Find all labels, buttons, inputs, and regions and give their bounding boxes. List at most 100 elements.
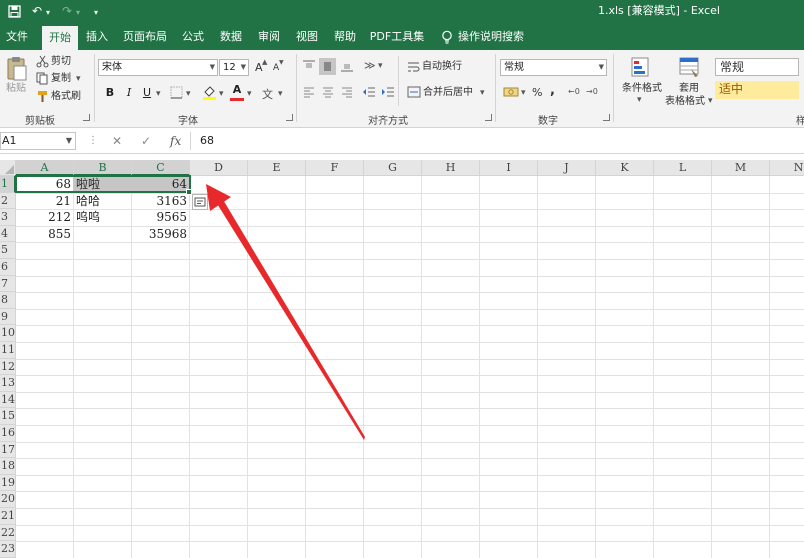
cell-c2[interactable]: 3163 xyxy=(132,193,189,210)
decrease-indent-icon[interactable] xyxy=(362,85,376,99)
tab-formulas[interactable]: 公式 xyxy=(178,24,208,50)
tab-view[interactable]: 视图 xyxy=(292,24,322,50)
undo-icon[interactable]: ↶ xyxy=(32,4,42,18)
row-header-20[interactable]: 20 xyxy=(0,491,16,508)
wrap-text-icon[interactable] xyxy=(407,60,420,73)
comma-style-button[interactable]: , xyxy=(550,84,555,97)
quick-analysis-button[interactable] xyxy=(192,194,208,210)
row-header-19[interactable]: 19 xyxy=(0,474,16,492)
tab-review[interactable]: 审阅 xyxy=(254,24,284,50)
column-header-j[interactable]: J xyxy=(538,160,596,176)
percent-button[interactable]: % xyxy=(532,86,542,99)
tab-page-layout[interactable]: 页面布局 xyxy=(120,24,170,50)
column-header-l[interactable]: L xyxy=(654,160,712,176)
tab-file[interactable]: 文件 xyxy=(2,24,32,50)
underline-button[interactable]: U xyxy=(140,86,154,100)
tell-me-search[interactable]: 操作说明搜索 xyxy=(458,24,528,50)
row-header-23[interactable]: 23 xyxy=(0,541,16,558)
column-header-f[interactable]: F xyxy=(306,160,364,176)
orientation-icon[interactable]: ≫ xyxy=(364,59,376,72)
cell-a3[interactable]: 212 xyxy=(16,209,73,226)
row-header-12[interactable]: 12 xyxy=(0,358,16,376)
copy-dropdown-icon[interactable]: ▾ xyxy=(76,74,81,84)
fill-color-icon[interactable] xyxy=(202,84,217,100)
fill-color-dropdown-icon[interactable]: ▾ xyxy=(219,89,224,99)
tab-home[interactable]: 开始 xyxy=(42,26,78,50)
row-header-22[interactable]: 22 xyxy=(0,524,16,542)
row-header-1[interactable]: 1 xyxy=(0,176,16,193)
clipboard-launcher-icon[interactable] xyxy=(83,114,90,121)
increase-decimal-icon[interactable]: ←0 xyxy=(568,87,580,96)
borders-dropdown-icon[interactable]: ▾ xyxy=(186,89,191,99)
row-header-18[interactable]: 18 xyxy=(0,458,16,475)
bold-button[interactable]: B xyxy=(103,86,117,100)
undo-dropdown-icon[interactable]: ▾ xyxy=(46,6,50,20)
scissors-icon[interactable] xyxy=(36,55,49,68)
style-normal-swatch[interactable]: 常规 xyxy=(715,58,799,76)
font-color-button[interactable]: A xyxy=(230,83,244,97)
enter-icon[interactable]: ✓ xyxy=(141,133,151,149)
align-left-icon[interactable] xyxy=(303,86,315,98)
font-size-combo[interactable]: 12 ▼ xyxy=(219,59,249,76)
cell-a4[interactable]: 855 xyxy=(16,226,73,243)
currency-dropdown-icon[interactable]: ▾ xyxy=(521,88,526,98)
currency-icon[interactable] xyxy=(503,85,519,99)
align-right-icon[interactable] xyxy=(341,86,353,98)
cell-c4[interactable]: 35968 xyxy=(132,226,189,243)
alignment-launcher-icon[interactable] xyxy=(485,114,492,121)
tab-insert[interactable]: 插入 xyxy=(82,24,112,50)
row-header-9[interactable]: 9 xyxy=(0,308,16,326)
save-icon[interactable] xyxy=(8,5,21,18)
paste-icon[interactable] xyxy=(6,56,28,82)
row-header-16[interactable]: 16 xyxy=(0,425,16,442)
number-launcher-icon[interactable] xyxy=(603,114,610,121)
tab-help[interactable]: 帮助 xyxy=(330,24,360,50)
orientation-dropdown-icon[interactable]: ▾ xyxy=(378,61,383,71)
column-header-i[interactable]: I xyxy=(480,160,538,176)
font-color-dropdown-icon[interactable]: ▾ xyxy=(247,89,252,99)
font-launcher-icon[interactable] xyxy=(286,114,293,121)
wrap-text-button[interactable]: 自动换行 xyxy=(422,60,462,73)
number-format-combo[interactable]: 常规 ▼ xyxy=(500,59,607,76)
align-top-icon[interactable] xyxy=(302,59,316,73)
customize-quick-access-icon[interactable]: ▾ xyxy=(94,6,98,20)
merge-center-icon[interactable] xyxy=(407,86,421,98)
row-header-8[interactable]: 8 xyxy=(0,292,16,309)
cancel-icon[interactable]: ✕ xyxy=(112,133,122,149)
column-header-k[interactable]: K xyxy=(596,160,654,176)
row-header-14[interactable]: 14 xyxy=(0,391,16,409)
style-neutral-swatch[interactable]: 适中 xyxy=(715,81,799,99)
row-header-15[interactable]: 15 xyxy=(0,408,16,425)
italic-button[interactable]: I xyxy=(122,86,136,100)
column-header-b[interactable]: B xyxy=(74,160,132,176)
phonetic-dropdown-icon[interactable]: ▾ xyxy=(278,89,283,99)
row-header-21[interactable]: 21 xyxy=(0,508,16,525)
tab-pdf-tools[interactable]: PDF工具集 xyxy=(368,24,426,50)
row-header-2[interactable]: 2 xyxy=(0,192,16,210)
column-header-n[interactable]: N xyxy=(770,160,804,176)
copy-button[interactable]: 复制 xyxy=(51,72,71,85)
increase-indent-icon[interactable] xyxy=(381,85,395,99)
tab-data[interactable]: 数据 xyxy=(216,24,246,50)
cell-b2[interactable]: 哈哈 xyxy=(74,193,131,210)
conditional-formatting-dropdown-icon[interactable]: ▾ xyxy=(637,95,642,105)
cut-button[interactable]: 剪切 xyxy=(51,55,71,68)
row-header-6[interactable]: 6 xyxy=(0,259,16,276)
merge-center-button[interactable]: 合并后居中 xyxy=(423,86,473,99)
cell-a2[interactable]: 21 xyxy=(16,193,73,210)
cell-b3[interactable]: 呜呜 xyxy=(74,209,131,226)
format-as-table-icon[interactable] xyxy=(678,56,700,78)
column-header-a[interactable]: A xyxy=(16,160,74,176)
merge-dropdown-icon[interactable]: ▾ xyxy=(480,88,485,98)
row-header-13[interactable]: 13 xyxy=(0,375,16,392)
align-middle-icon[interactable] xyxy=(319,58,336,75)
decrease-decimal-icon[interactable]: →0 xyxy=(586,87,598,96)
format-painter-icon[interactable] xyxy=(36,90,49,103)
row-header-3[interactable]: 3 xyxy=(0,209,16,226)
row-header-7[interactable]: 7 xyxy=(0,275,16,293)
format-as-table-dropdown-icon[interactable]: ▾ xyxy=(708,96,713,106)
align-center-icon[interactable] xyxy=(322,86,334,98)
format-as-table-label-line2[interactable]: 表格格式 xyxy=(665,95,705,108)
row-header-4[interactable]: 4 xyxy=(0,225,16,243)
formula-input[interactable]: 68 xyxy=(190,132,804,150)
